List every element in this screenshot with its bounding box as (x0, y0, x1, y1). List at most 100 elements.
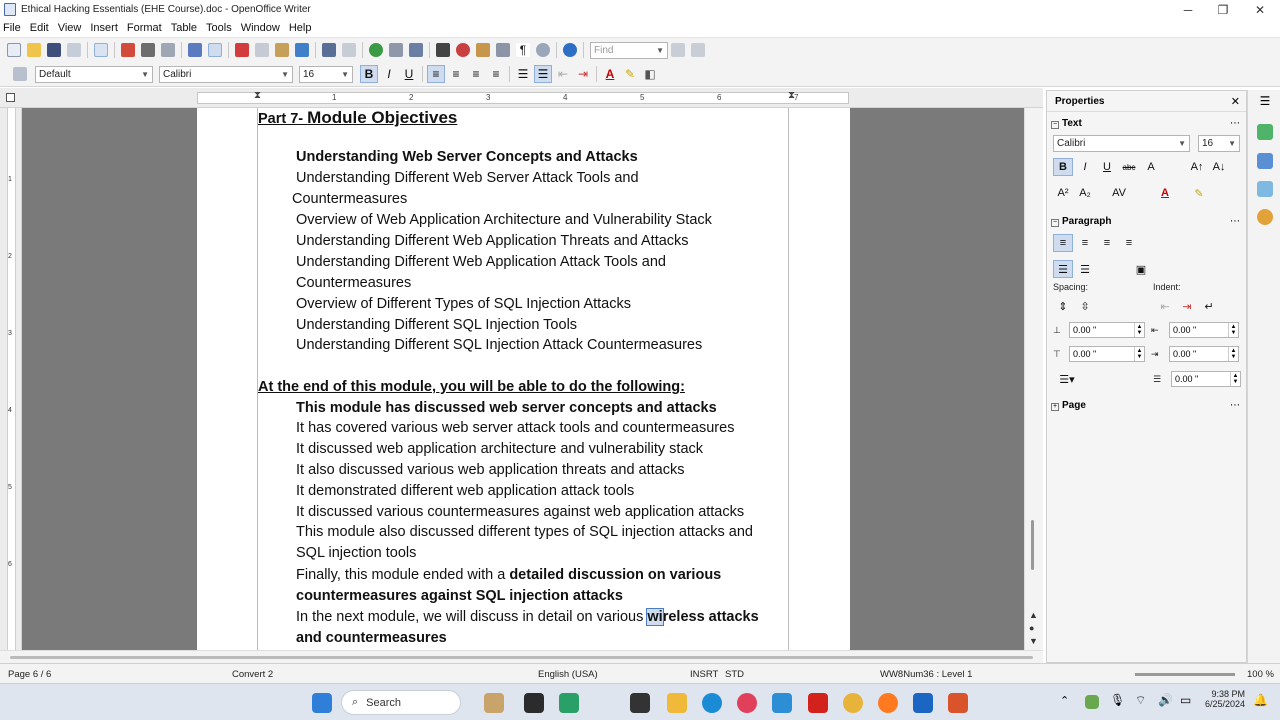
zoom-icon[interactable] (536, 43, 550, 57)
sidebar-italic-icon[interactable]: I (1075, 158, 1095, 176)
close-sidebar-icon[interactable]: ✕ (1231, 95, 1240, 108)
right-indent-marker-icon[interactable]: ⧗ (788, 90, 795, 101)
sidebar-align-center-icon[interactable]: ≡ (1075, 234, 1095, 252)
superscript-icon[interactable]: A² (1053, 184, 1073, 202)
hyperlink-icon[interactable] (369, 43, 383, 57)
battery-icon[interactable]: ▭ (1180, 693, 1191, 707)
align-left-icon[interactable]: ≡ (427, 65, 445, 83)
subscript-icon[interactable]: A₂ (1075, 184, 1095, 202)
find-input[interactable]: Find ▼ (590, 41, 668, 59)
spinner-icon[interactable]: ▲ ▼ (1230, 372, 1240, 386)
sidebar-bold-icon[interactable]: B (1053, 158, 1073, 176)
numbering-icon[interactable]: ☰ (514, 65, 532, 83)
formatting-marks-icon[interactable]: ¶ (516, 43, 530, 57)
spinner-icon[interactable]: ▲ ▼ (1228, 323, 1238, 337)
more-options-icon[interactable]: ⋯ (1230, 118, 1240, 129)
sidebar-menu-icon[interactable]: ☰ (1257, 94, 1273, 110)
menu-window[interactable]: Window (241, 22, 280, 34)
volume-icon[interactable]: 🔊 (1158, 693, 1173, 707)
sidebar-highlight-icon[interactable]: ✎ (1189, 184, 1209, 202)
find-previous-icon[interactable] (691, 43, 705, 57)
bold-button[interactable]: B (360, 65, 378, 83)
increase-indent-icon[interactable]: ⇥ (574, 65, 592, 83)
openoffice-taskbar-icon[interactable] (772, 693, 792, 713)
navigator-icon[interactable] (456, 43, 470, 57)
sidebar-align-right-icon[interactable]: ≡ (1097, 234, 1117, 252)
horizontal-scrollbar[interactable] (0, 650, 1043, 663)
text-section-header[interactable]: − Text ⋯ (1047, 114, 1246, 132)
minimize-button[interactable]: ─ (1170, 0, 1206, 19)
paste-icon[interactable] (275, 43, 289, 57)
task-view-icon[interactable] (524, 693, 544, 713)
media-app-icon[interactable] (737, 693, 757, 713)
highlighting-icon[interactable]: ✎ (621, 65, 639, 83)
copy-icon[interactable] (255, 43, 269, 57)
language-indicator[interactable]: English (USA) (538, 669, 598, 680)
character-spacing-icon[interactable]: AV (1109, 184, 1129, 202)
spinner-icon[interactable]: ▲ ▼ (1134, 323, 1144, 337)
navigation-icon[interactable]: ● (1029, 623, 1034, 633)
firefox-icon[interactable] (878, 693, 898, 713)
taskbar-search[interactable]: ⌕ Search (341, 690, 461, 715)
underline-button[interactable]: U (400, 65, 418, 83)
gallery-icon[interactable] (476, 43, 490, 57)
edge-icon[interactable] (702, 693, 722, 713)
help-icon[interactable] (563, 43, 577, 57)
decrease-indent-icon[interactable]: ⇤ (554, 65, 572, 83)
align-center-icon[interactable]: ≡ (447, 65, 465, 83)
sidebar-justify-icon[interactable]: ≡ (1119, 234, 1139, 252)
spinner-icon[interactable]: ▲ ▼ (1134, 347, 1144, 361)
font-name-select[interactable]: Calibri ▼ (159, 65, 293, 83)
show-hidden-icons-icon[interactable]: ⌃ (1060, 694, 1069, 707)
widgets-icon[interactable] (484, 693, 504, 713)
new-document-icon[interactable] (7, 43, 21, 57)
more-options-icon[interactable]: ⋯ (1230, 400, 1240, 411)
sidebar-decrease-indent-icon[interactable]: ⇤ (1155, 297, 1175, 315)
shadow-icon[interactable]: A (1141, 158, 1161, 176)
zoom-level[interactable]: 100 % (1247, 669, 1274, 680)
spinner-icon[interactable]: ▲ ▼ (1228, 347, 1238, 361)
insert-mode[interactable]: INSRT (690, 669, 718, 680)
gallery-deck-icon[interactable] (1257, 181, 1273, 197)
styles-formatting-icon[interactable] (13, 67, 27, 81)
maximize-button[interactable]: ❐ (1205, 0, 1241, 19)
font-size-select[interactable]: 16 ▼ (299, 65, 353, 83)
background-color-icon[interactable]: ◧ (641, 65, 659, 83)
sidebar-increase-indent-icon[interactable]: ⇥ (1177, 297, 1197, 315)
sidebar-numbering-icon[interactable]: ☰ (1075, 260, 1095, 278)
menu-format[interactable]: Format (127, 22, 162, 34)
clone-format-icon[interactable] (295, 43, 309, 57)
show-draw-icon[interactable] (409, 43, 423, 57)
align-right-icon[interactable]: ≡ (467, 65, 485, 83)
decrease-spacing-icon[interactable]: ⇳ (1075, 297, 1095, 315)
outlook-icon[interactable] (913, 693, 933, 713)
bullets-icon[interactable]: ☰ (534, 65, 552, 83)
horizontal-ruler[interactable]: 1 2 3 4 5 6 7 ⧗ ⧗ (0, 88, 1043, 108)
autospellcheck-icon[interactable] (208, 43, 222, 57)
print-icon[interactable] (141, 43, 155, 57)
grow-font-icon[interactable]: A↑ (1187, 158, 1207, 176)
menu-insert[interactable]: Insert (90, 22, 118, 34)
page-indicator[interactable]: Page 6 / 6 (8, 669, 51, 680)
font-color-icon[interactable]: A (601, 65, 619, 83)
vertical-scrollbar[interactable]: ▲ ● ▼ (1024, 108, 1043, 650)
document-page[interactable]: Part 7- Module Objectives Understanding … (197, 108, 850, 650)
menu-tools[interactable]: Tools (206, 22, 232, 34)
paragraph-style-select[interactable]: Default ▼ (35, 65, 153, 83)
clock[interactable]: 9:38 PM 6/25/2024 (1195, 689, 1245, 709)
below-paragraph-spacing-input[interactable]: 0.00 " ▲ ▼ (1069, 346, 1145, 362)
before-text-indent-input[interactable]: 0.00 " ▲ ▼ (1169, 322, 1239, 338)
file-explorer-icon[interactable] (667, 693, 687, 713)
sidebar-bullets-icon[interactable]: ☰ (1053, 260, 1073, 278)
selection-mode[interactable]: STD (725, 669, 744, 680)
email-icon[interactable] (67, 43, 81, 57)
close-window-button[interactable]: ✕ (1242, 0, 1278, 19)
shrink-font-icon[interactable]: A↓ (1209, 158, 1229, 176)
notifications-icon[interactable]: 🔔 (1253, 693, 1268, 707)
edit-mode-icon[interactable] (94, 43, 108, 57)
page-style[interactable]: Convert 2 (232, 669, 273, 680)
indent-marker-icon[interactable]: ⧗ (254, 90, 261, 101)
sidebar-font-color-icon[interactable]: A (1155, 184, 1175, 202)
calendar-app-icon[interactable] (630, 693, 650, 713)
find-next-icon[interactable] (671, 43, 685, 57)
